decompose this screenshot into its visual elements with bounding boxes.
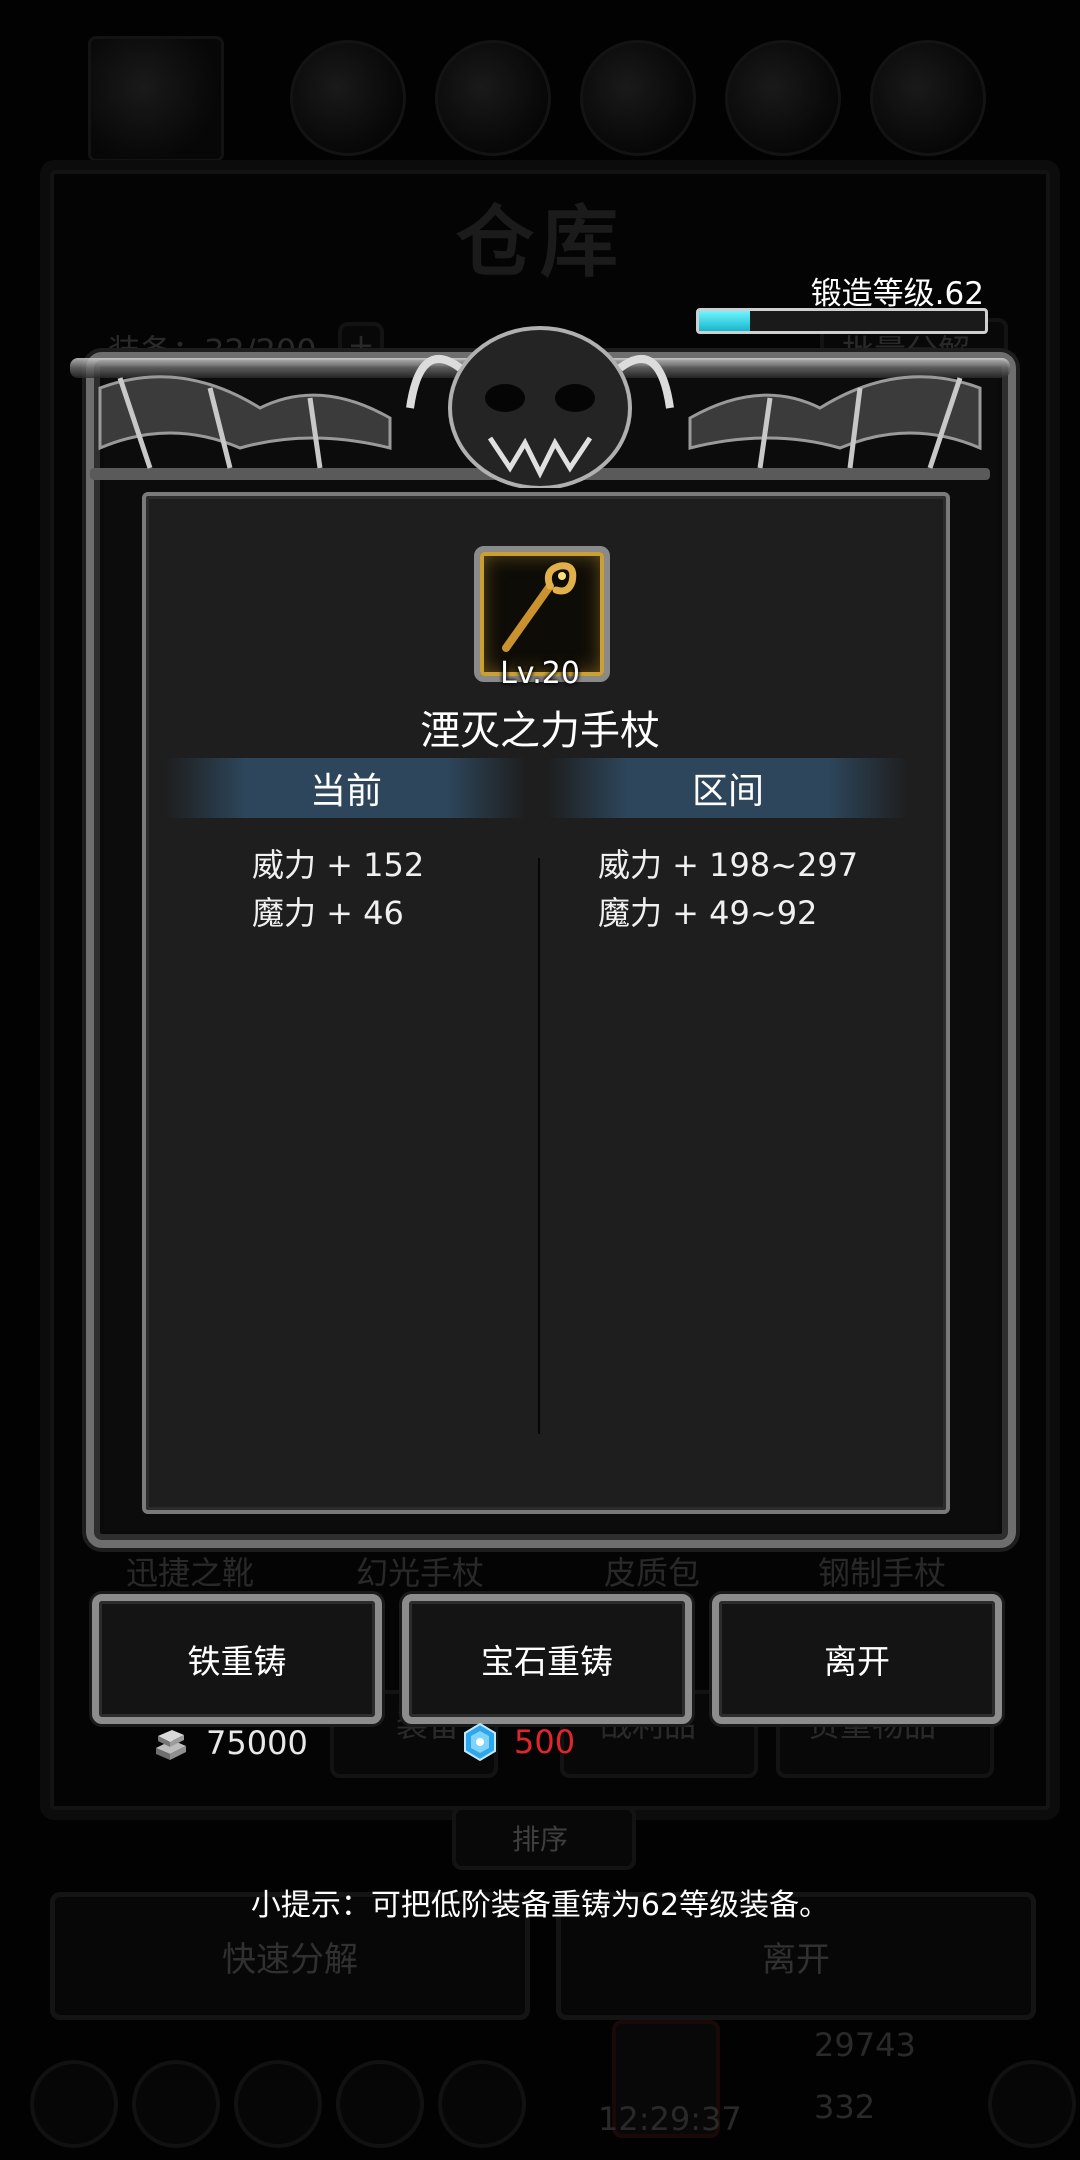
party-slot-1[interactable]	[290, 40, 406, 156]
add-icon[interactable]	[988, 2060, 1076, 2148]
menu-icon[interactable]	[438, 2060, 526, 2148]
hero-portrait[interactable]	[88, 36, 224, 162]
menu-icon[interactable]	[30, 2060, 118, 2148]
bg-item-name: 迅捷之靴	[126, 1554, 255, 1592]
sort-label: 排序	[512, 1823, 569, 1856]
current-stats-header: 当前	[166, 758, 526, 818]
current-stat-magic: 魔力 + 46	[252, 894, 404, 932]
blue-gem-icon	[464, 1722, 496, 1762]
forge-level-label: 锻造等级.62	[810, 276, 984, 312]
gold-amount: 29743	[814, 2026, 916, 2064]
range-stats-header: 区间	[548, 758, 908, 818]
menu-icon[interactable]	[336, 2060, 424, 2148]
menu-icon[interactable]	[132, 2060, 220, 2148]
current-stat-power: 威力 + 152	[252, 846, 425, 884]
hint-text: 小提示：可把低阶装备重铸为62等级装备。	[250, 1888, 830, 1923]
gem-amount: 500	[514, 1723, 576, 1761]
party-slot-5[interactable]	[870, 40, 986, 156]
range-stat-power: 威力 + 198~297	[598, 846, 859, 884]
leave-button[interactable]: 离开	[712, 1594, 1002, 1724]
iron-ingot-icon	[156, 1730, 186, 1760]
stats-divider	[538, 858, 540, 1434]
bg-item-name: 幻光手杖	[356, 1554, 485, 1592]
bg-item-name: 钢制手杖	[818, 1554, 947, 1592]
item-name: 湮灭之力手杖	[420, 708, 660, 754]
iron-currency: 75000	[150, 1722, 308, 1764]
party-slot-3[interactable]	[580, 40, 696, 156]
demon-skull-ornament	[70, 326, 1010, 488]
clock: 12:29:37	[598, 2100, 742, 2138]
party-avatars	[80, 36, 1080, 162]
iron-amount: 75000	[206, 1724, 308, 1762]
range-stat-magic: 魔力 + 49~92	[598, 894, 818, 932]
gem-recast-button[interactable]: 宝石重铸	[402, 1594, 692, 1724]
iron-recast-button[interactable]: 铁重铸	[92, 1594, 382, 1724]
bg-item-name: 皮质包	[604, 1554, 701, 1592]
gem-currency: 500	[460, 1722, 575, 1762]
party-slot-2[interactable]	[435, 40, 551, 156]
party-slot-4[interactable]	[725, 40, 841, 156]
gem-amount: 332	[814, 2088, 876, 2126]
menu-icon[interactable]	[234, 2060, 322, 2148]
item-level: Lv.20	[500, 656, 580, 691]
